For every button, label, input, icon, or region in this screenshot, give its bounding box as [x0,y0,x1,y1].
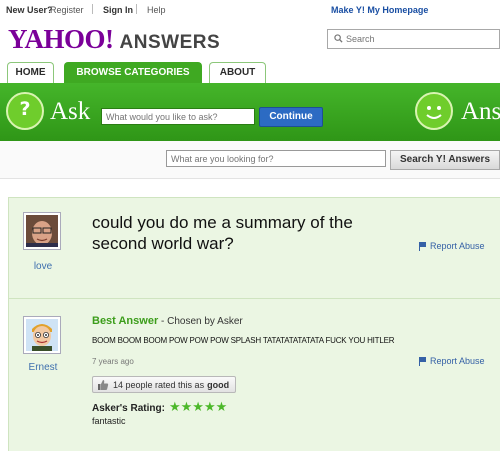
report-abuse-label: Report Abuse [430,241,485,251]
new-user-label: New User? [6,5,53,15]
topbar-divider [136,4,137,14]
asker-avatar[interactable] [23,212,61,250]
asker-rating-comment: fantastic [92,416,126,426]
search-icon [334,34,343,43]
logo-yahoo-text: YAHOO! [8,24,114,54]
tab-home[interactable]: HOME [7,62,54,83]
header-search[interactable] [327,29,500,49]
asker-rating-label: Asker's Rating: [92,403,165,414]
best-answer-label: Best Answer [92,315,159,327]
tab-about[interactable]: ABOUT [209,62,266,83]
search-answers-button[interactable]: Search Y! Answers [390,150,500,170]
logo-answers-text: ANSWERS [119,32,221,53]
tab-browse-categories[interactable]: BROWSE CATEGORIES [64,62,202,83]
answers-search-input[interactable] [166,150,386,167]
flag-icon [419,241,426,251]
answerer-name-link[interactable]: Ernest [18,362,68,373]
chosen-by-label: - Chosen by Asker [161,316,243,327]
answer-timestamp: 7 years ago [92,357,134,366]
thumbs-up-icon [98,379,109,390]
best-answer-header: Best Answer - Chosen by Asker [92,315,243,327]
yahoo-answers-logo[interactable]: YAHOO! ANSWERS [8,24,220,54]
ask-question-input[interactable] [101,108,255,125]
header-search-input[interactable] [346,32,496,46]
report-abuse-answer-link[interactable]: Report Abuse [419,356,485,366]
question-mascot-icon: ? [6,92,44,130]
answer-heading: Ans [461,98,500,125]
question-title: could you do me a summary of the second … [92,213,353,253]
star-rating: ★★★★★ [169,400,228,415]
sign-in-link[interactable]: Sign In [103,5,133,15]
top-utility-bar: New User? Register Sign In Help Make Y! … [0,0,500,20]
rated-count-label: 14 people rated this as [113,379,205,390]
topbar-divider [92,4,93,14]
flag-icon [419,356,426,366]
asker-name-link[interactable]: love [18,261,68,272]
question-answer-divider [8,298,500,299]
smiley-mascot-icon [415,92,453,130]
rated-word: good [207,379,230,390]
register-link[interactable]: Register [50,5,84,15]
rate-good-button[interactable]: 14 people rated this as good [92,376,237,393]
answers-search-bar: Search Y! Answers [0,141,500,179]
answerer-avatar[interactable] [23,316,61,354]
continue-button[interactable]: Continue [259,107,323,127]
report-abuse-label: Report Abuse [430,356,485,366]
make-homepage-link[interactable]: Make Y! My Homepage [331,5,428,15]
ask-banner: ? Ask Continue Ans [0,83,500,141]
answer-body: BOOM BOOM BOOM POW POW POW SPLASH TATATA… [92,336,395,345]
ask-heading: Ask [50,98,91,125]
report-abuse-question-link[interactable]: Report Abuse [419,241,485,251]
help-link[interactable]: Help [147,5,166,15]
